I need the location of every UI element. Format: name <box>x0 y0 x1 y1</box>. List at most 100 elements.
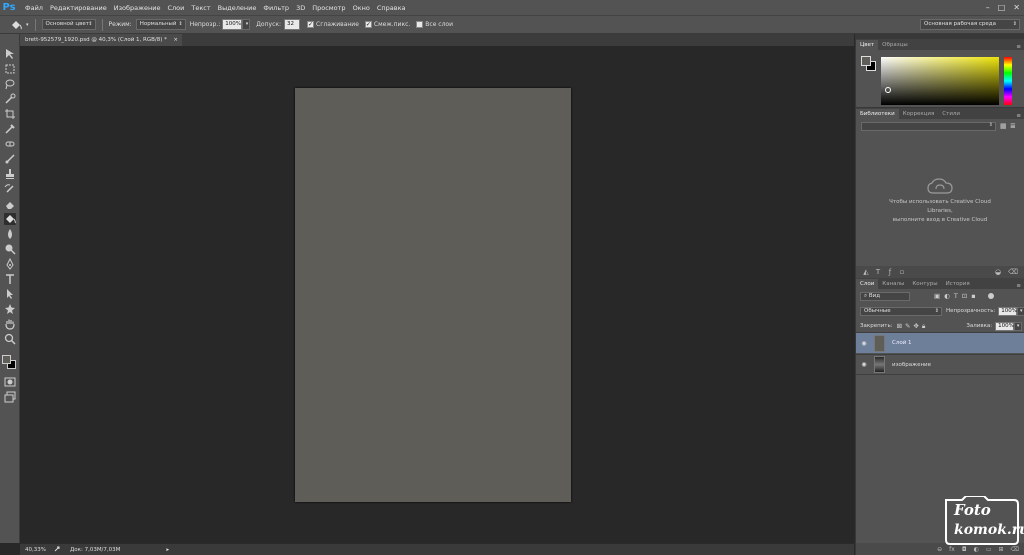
menu-file[interactable]: Файл <box>25 4 43 12</box>
zoom-tool-icon[interactable] <box>4 333 16 345</box>
tab-paths[interactable]: Контуры <box>908 279 941 289</box>
add-graphic-icon[interactable]: ◭ <box>862 268 870 276</box>
menu-type[interactable]: Текст <box>191 4 210 12</box>
eraser-tool-icon[interactable] <box>4 198 16 210</box>
add-color-icon[interactable]: ▫ <box>898 268 906 276</box>
paint-bucket-tool-preset-icon[interactable] <box>10 19 24 31</box>
tab-adjustments[interactable]: Коррекция <box>899 109 939 119</box>
tab-styles[interactable]: Стили <box>938 109 964 119</box>
blend-mode-select[interactable]: Обычные ⇕ <box>860 306 942 316</box>
add-character-style-icon[interactable]: T <box>874 268 882 276</box>
tab-color[interactable]: Цвет <box>856 40 879 50</box>
document-tab[interactable]: brett-952579_1920.psd @ 40,3% (Слой 1, R… <box>20 34 182 46</box>
panel-menu-icon[interactable]: ≡ <box>1016 113 1024 119</box>
foreground-color-swatch[interactable] <box>2 355 11 364</box>
hand-tool-icon[interactable] <box>4 318 16 330</box>
tool-preset-arrow-icon[interactable]: ▾ <box>26 22 29 28</box>
tab-swatches[interactable]: Образцы <box>878 40 912 50</box>
layer-opacity-input[interactable]: 100% <box>998 306 1018 316</box>
layer-row-image[interactable]: ◉ изображение <box>856 354 1024 375</box>
color-spectrum-field[interactable] <box>881 57 999 105</box>
layer-filter-icons[interactable]: ▣◐T⊡▪ <box>934 292 980 300</box>
grid-view-icon[interactable]: ▦ <box>1000 122 1007 130</box>
menu-window[interactable]: Окно <box>353 4 370 12</box>
share-icon[interactable] <box>54 545 62 555</box>
type-tool-icon[interactable] <box>4 273 16 285</box>
menu-layers[interactable]: Слои <box>167 4 184 12</box>
foreground-background-colors[interactable] <box>2 355 18 371</box>
healing-brush-tool-icon[interactable] <box>4 138 16 150</box>
hue-slider[interactable] <box>1004 57 1012 105</box>
tab-channels[interactable]: Каналы <box>878 279 908 289</box>
opacity-slider-arrow-icon[interactable]: ▾ <box>1017 306 1024 316</box>
layer-row-layer-1[interactable]: ◉ Слой 1 <box>856 332 1024 353</box>
menu-3d[interactable]: 3D <box>296 4 305 12</box>
marquee-tool-icon[interactable] <box>4 63 16 75</box>
antialias-checkbox[interactable]: ✓ Сглаживание <box>307 21 359 28</box>
history-brush-tool-icon[interactable] <box>4 183 16 195</box>
close-tab-icon[interactable]: × <box>173 34 178 46</box>
creative-cloud-sync-icon[interactable]: ◒ <box>994 268 1002 276</box>
color-panel: Цвет Образцы ≡ <box>856 39 1024 107</box>
document-canvas[interactable] <box>295 88 571 502</box>
maximize-button[interactable]: □ <box>998 3 1006 12</box>
zoom-level[interactable]: 40,33% <box>25 547 46 553</box>
clone-stamp-tool-icon[interactable] <box>4 168 16 180</box>
screen-mode-icon[interactable] <box>4 391 16 403</box>
contiguous-checkbox[interactable]: ✓ Смеж.пикс. <box>364 21 410 28</box>
path-selection-tool-icon[interactable] <box>4 288 16 300</box>
minimize-button[interactable]: – <box>986 3 990 12</box>
layer-filter-row: ⌕ Вид ▣◐T⊡▪ <box>860 291 994 301</box>
visibility-eye-icon[interactable]: ◉ <box>856 340 872 347</box>
menu-view[interactable]: Просмотр <box>312 4 345 12</box>
lock-options-icons[interactable]: ⊠✎✥🔒︎ <box>897 322 929 331</box>
lasso-tool-icon[interactable] <box>4 78 16 90</box>
trash-icon[interactable]: ⌫ <box>1008 268 1018 276</box>
move-tool-icon[interactable] <box>4 48 16 60</box>
panel-foreground-swatch[interactable] <box>861 56 871 66</box>
blur-tool-icon[interactable] <box>4 228 16 240</box>
tab-libraries[interactable]: Библиотеки <box>856 109 899 119</box>
add-layer-style-icon[interactable]: ƒ <box>886 268 894 276</box>
opacity-dropdown[interactable]: ▾ <box>242 19 251 30</box>
all-layers-checkbox[interactable]: Все слои <box>416 21 453 28</box>
crop-tool-icon[interactable] <box>4 108 16 120</box>
tab-history[interactable]: История <box>942 279 974 289</box>
paint-bucket-tool-icon[interactable] <box>4 213 16 225</box>
pen-tool-icon[interactable] <box>4 257 16 270</box>
layer-name[interactable]: Слой 1 <box>892 340 912 346</box>
menu-edit[interactable]: Редактирование <box>50 4 107 12</box>
menu-select[interactable]: Выделение <box>218 4 257 12</box>
tab-layers[interactable]: Слои <box>856 279 879 289</box>
list-view-icon[interactable]: ≣ <box>1010 122 1016 130</box>
library-select[interactable]: ⇕ <box>861 122 996 131</box>
quick-selection-tool-icon[interactable] <box>4 93 16 105</box>
menu-filter[interactable]: Фильтр <box>263 4 289 12</box>
menu-help[interactable]: Справка <box>377 4 406 12</box>
eyedropper-tool-icon[interactable] <box>4 123 16 135</box>
status-menu-arrow[interactable]: ▸ <box>166 547 169 553</box>
mode-select[interactable]: Нормальный ⇕ <box>135 19 186 30</box>
opacity-input[interactable]: 100% <box>222 19 243 30</box>
fill-input[interactable]: 100% <box>995 321 1015 331</box>
tolerance-input[interactable]: 32 <box>284 19 301 30</box>
close-window-button[interactable]: ✕ <box>1013 3 1020 12</box>
panel-menu-icon[interactable]: ≡ <box>1016 283 1024 289</box>
fill-source-select[interactable]: Основной цвет ⇕ <box>41 19 96 30</box>
panel-fg-bg-swatches[interactable] <box>861 56 876 71</box>
layer-filter-select[interactable]: ⌕ Вид <box>860 291 910 301</box>
dodge-tool-icon[interactable] <box>4 243 16 255</box>
visibility-eye-icon[interactable]: ◉ <box>856 361 872 368</box>
filter-toggle-icon[interactable] <box>987 293 994 299</box>
menu-image[interactable]: Изображение <box>114 4 161 12</box>
check-icon: ✓ <box>364 21 372 28</box>
layer-name[interactable]: изображение <box>892 362 931 368</box>
brush-tool-icon[interactable] <box>4 153 16 165</box>
custom-shape-tool-icon[interactable] <box>4 303 16 315</box>
color-picker-cursor[interactable] <box>885 87 891 93</box>
fill-slider-arrow-icon[interactable]: ▾ <box>1014 321 1023 331</box>
canvas-area[interactable] <box>20 46 854 543</box>
panel-menu-icon[interactable]: ≡ <box>1016 44 1024 50</box>
quick-mask-icon[interactable] <box>4 376 16 388</box>
workspace-select[interactable]: Основная рабочая среда ⇕ <box>920 19 1020 30</box>
